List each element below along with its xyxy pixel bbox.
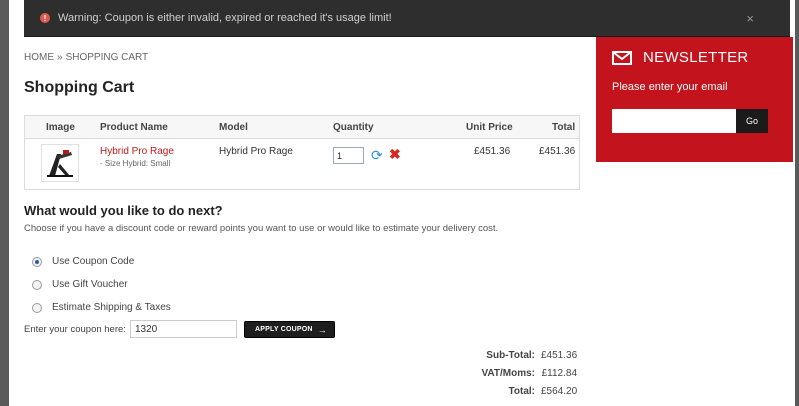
alert-text: Warning: Coupon is either invalid, expir… [58,12,392,24]
option-use-coupon[interactable]: Use Coupon Code [32,256,134,267]
newsletter-go-button[interactable]: Go [736,109,768,133]
line-total: £451.36 [539,146,576,157]
close-icon[interactable]: × [746,11,754,26]
next-steps-description: Choose if you have a discount code or re… [24,223,499,234]
table-row: Hybrid Pro Rage - Size Hybrid: Small Hyb… [25,139,579,190]
mail-icon [612,51,632,65]
radio-button[interactable] [32,256,42,267]
product-model: Hybrid Pro Rage [219,146,293,157]
newsletter-subtitle: Please enter your email [612,81,728,93]
product-option: - Size Hybrid: Small [100,159,171,168]
total-row: Total: £564.20 [455,386,578,397]
breadcrumb: Home» Shopping Cart [24,52,148,63]
subtotal-label: Sub-Total: [486,350,535,361]
column-header-product-name: Product Name [100,122,168,133]
newsletter-title: NEWSLETTER [643,49,749,66]
option-use-gift-voucher[interactable]: Use Gift Voucher [32,279,128,290]
vat-label: VAT/Moms: [481,368,535,379]
breadcrumb-home-link[interactable]: Home [24,52,54,63]
coupon-input[interactable] [130,320,237,338]
cart-table: Image Product Name Model Quantity Unit P… [24,115,580,190]
next-steps-title: What would you like to do next? [24,203,223,218]
product-name-link[interactable]: Hybrid Pro Rage [100,146,174,157]
product-image[interactable] [41,144,79,182]
warning-icon: ! [40,13,50,23]
subtotal-value: £451.36 [541,350,578,361]
remove-icon[interactable]: ✖ [389,146,401,163]
radio-button[interactable] [32,279,42,290]
option-label: Use Coupon Code [52,256,135,267]
column-header-unit-price: Unit Price [466,122,513,133]
page-title: Shopping Cart [24,79,135,96]
subtotal-row: Sub-Total: £451.36 [455,350,577,361]
newsletter-panel: NEWSLETTER Please enter your email Go [596,37,793,162]
column-header-model: Model [219,122,248,133]
coupon-label: Enter your coupon here: [24,324,126,335]
total-label: Total: [508,386,535,397]
product-thumbnail-graphic [47,150,73,177]
total-value: £564.20 [541,386,578,397]
cart-table-header: Image Product Name Model Quantity Unit P… [25,116,579,139]
breadcrumb-separator: » [57,52,63,63]
warning-alert: ! Warning: Coupon is either invalid, exp… [24,0,790,37]
quantity-input[interactable] [333,147,364,164]
option-label: Use Gift Voucher [52,279,128,290]
option-label: Estimate Shipping & Taxes [52,302,171,313]
newsletter-email-input[interactable] [612,109,736,133]
vat-value: £112.84 [541,368,577,379]
arrow-right-icon: → [317,324,327,335]
radio-button[interactable] [32,302,42,313]
apply-coupon-button[interactable]: Apply Coupon → [244,321,335,338]
column-header-image: Image [46,122,75,133]
breadcrumb-current-link[interactable]: Shopping Cart [66,52,149,63]
option-estimate-shipping[interactable]: Estimate Shipping & Taxes [32,302,171,313]
apply-coupon-label: Apply Coupon [255,326,313,333]
vat-row: VAT/Moms: £112.84 [455,368,577,379]
unit-price: £451.36 [474,146,511,157]
column-header-quantity: Quantity [333,122,374,133]
update-icon[interactable]: ⟳ [371,147,383,164]
column-header-total: Total [552,122,576,133]
